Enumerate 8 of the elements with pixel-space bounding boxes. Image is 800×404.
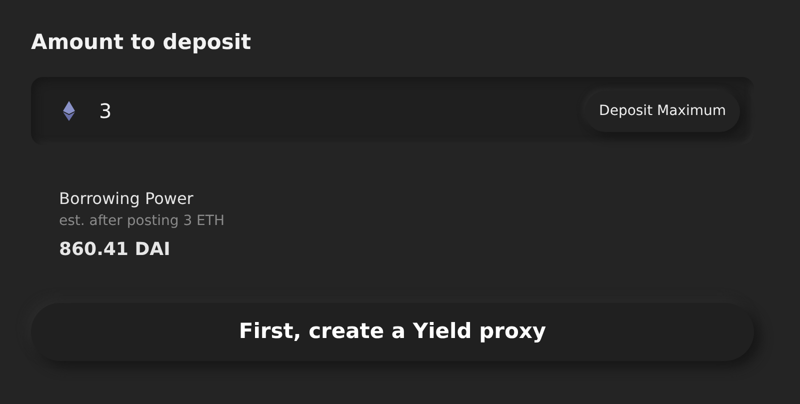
create-proxy-button[interactable]: First, create a Yield proxy: [31, 303, 754, 362]
deposit-maximum-button[interactable]: Deposit Maximum: [585, 90, 740, 132]
borrowing-power-label: Borrowing Power: [59, 188, 194, 210]
ethereum-icon: [63, 101, 75, 122]
borrowing-power-value: 860.41 DAI: [59, 238, 172, 262]
estimate-note: est. after posting 3 ETH: [59, 212, 226, 232]
amount-field[interactable]: 3 Deposit Maximum: [31, 77, 754, 146]
section-heading: Amount to deposit: [31, 30, 252, 56]
